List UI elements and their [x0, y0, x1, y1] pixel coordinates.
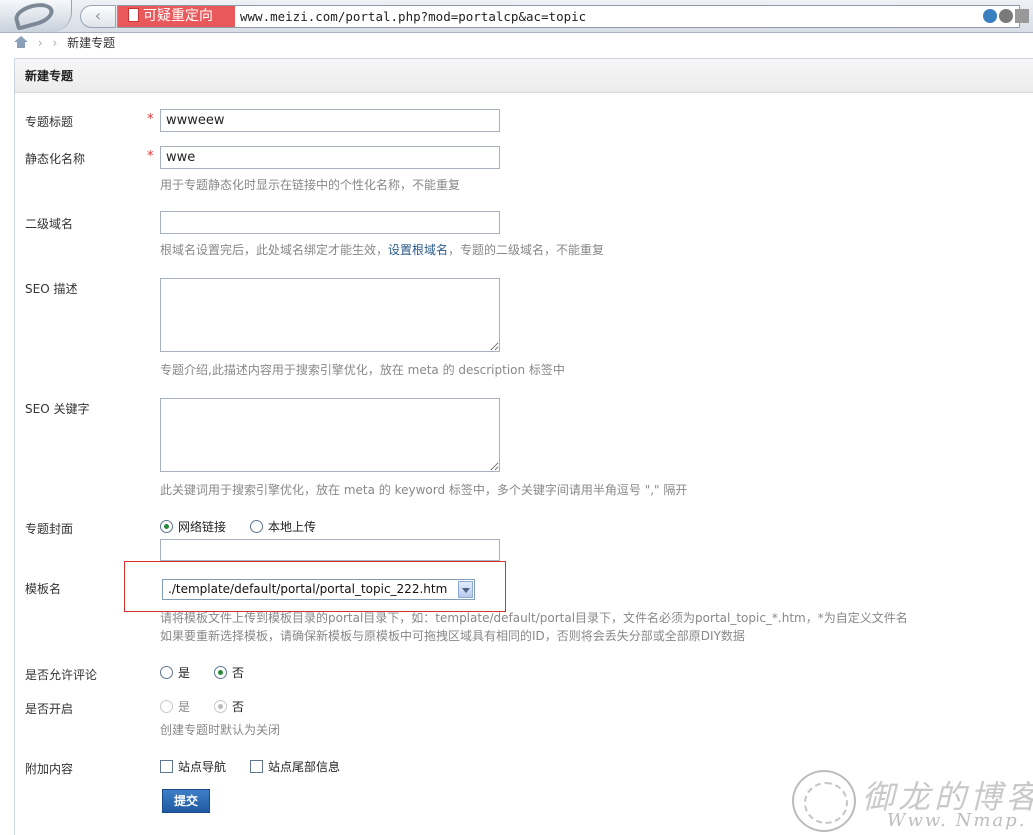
site-nav-label: 站点导航: [178, 760, 227, 774]
site-footer-label: 站点尾部信息: [268, 760, 341, 774]
allow-comment-label: 是否允许评论: [25, 668, 98, 682]
radio-enabled-yes: [160, 700, 173, 713]
seo-keywords-hint: 此关键词用于搜索引擎优化，放在 meta 的 keyword 标签中，多个关键字…: [160, 483, 688, 497]
extra-content-label: 附加内容: [25, 762, 74, 776]
breadcrumb-separator: ›: [52, 36, 58, 50]
checkbox-site-nav[interactable]: [160, 760, 173, 773]
browser-extra-icons: [983, 9, 1033, 25]
browser-logo-icon: [11, 0, 57, 31]
required-mark: *: [147, 149, 154, 164]
seo-desc-hint: 专题介绍,此描述内容用于搜索引擎优化，放在 meta 的 description…: [160, 363, 565, 377]
breadcrumb: › › 新建专题: [14, 35, 115, 53]
seal-icon: [792, 770, 856, 832]
extension-icon[interactable]: [983, 9, 997, 23]
static-name-hint: 用于专题静态化时显示在链接中的个性化名称，不能重复: [160, 178, 461, 192]
redirect-warning-label: 可疑重定向: [143, 8, 213, 24]
set-root-domain-link[interactable]: 设置根域名: [388, 243, 448, 257]
subdomain-input[interactable]: [160, 211, 500, 234]
radio-local[interactable]: [250, 520, 263, 533]
panel-title: 新建专题: [15, 59, 1033, 93]
allow-comment-yes[interactable]: 是: [160, 664, 190, 681]
subdomain-hint-text: 根域名设置完后，此处域名绑定才能生效，: [160, 243, 389, 257]
enabled-hint: 创建专题时默认为关闭: [160, 723, 281, 737]
submit-button[interactable]: 提交: [162, 789, 210, 813]
radio-comment-no[interactable]: [214, 666, 227, 679]
subdomain-label: 二级域名: [25, 217, 74, 231]
yes-label: 是: [178, 666, 191, 680]
highlight-box: [124, 561, 506, 612]
url-text[interactable]: www.meizi.com/portal.php?mod=portalcp&ac…: [240, 6, 586, 27]
cover-label: 专题封面: [25, 522, 74, 536]
seo-keywords-textarea[interactable]: [160, 398, 500, 472]
radio-network[interactable]: [160, 520, 173, 533]
enabled-no: 否: [214, 698, 244, 715]
watermark-en: Www. Nmap. cc: [887, 810, 1033, 831]
breadcrumb-current: 新建专题: [67, 36, 116, 50]
back-button[interactable]: ‹: [80, 5, 116, 28]
cover-url-input[interactable]: [160, 539, 500, 561]
cover-local-option[interactable]: 本地上传: [250, 518, 316, 535]
no-label: 否: [232, 666, 245, 680]
seo-desc-label: SEO 描述: [25, 282, 78, 296]
template-hint-2: 如果要重新选择模板，请确保新模板与原模板中可拖拽区域具有相同的ID，否则将会丢失…: [160, 629, 745, 643]
topic-title-label: 专题标题: [25, 115, 74, 129]
page-icon: [128, 8, 139, 22]
home-icon[interactable]: [14, 36, 28, 48]
radio-comment-yes[interactable]: [160, 666, 173, 679]
redirect-warning-badge[interactable]: 可疑重定向: [118, 6, 235, 27]
topic-title-input[interactable]: [160, 109, 500, 132]
enabled-yes: 是: [160, 698, 190, 715]
static-name-label: 静态化名称: [25, 152, 86, 166]
enabled-label: 是否开启: [25, 702, 74, 716]
radio-enabled-no: [214, 700, 227, 713]
template-hint-1: 请将模板文件上传到模板目录的portal目录下，如：template/defau…: [160, 611, 908, 625]
cover-local-label: 本地上传: [268, 520, 317, 534]
cover-network-option[interactable]: 网络链接: [160, 518, 226, 535]
static-name-input[interactable]: [160, 146, 500, 169]
seo-desc-textarea[interactable]: [160, 278, 500, 352]
subdomain-hint: 根域名设置完后，此处域名绑定才能生效，设置根域名，专题的二级域名，不能重复: [160, 241, 604, 258]
close-icon[interactable]: [999, 9, 1013, 23]
extra-footer-option[interactable]: 站点尾部信息: [250, 758, 340, 775]
breadcrumb-separator: ›: [37, 36, 43, 50]
cover-network-label: 网络链接: [178, 520, 227, 534]
subdomain-hint-text: ，专题的二级域名，不能重复: [448, 243, 605, 257]
browser-toolbar: ‹ 可疑重定向 www.meizi.com/portal.php?mod=por…: [0, 0, 1033, 33]
no-label: 否: [232, 700, 245, 714]
extra-nav-option[interactable]: 站点导航: [160, 758, 226, 775]
seo-keywords-label: SEO 关键字: [25, 402, 90, 416]
browser-menu-button[interactable]: [0, 0, 72, 32]
yes-label: 是: [178, 700, 191, 714]
watermark: 御龙的博客 Www. Nmap. cc: [792, 770, 1033, 835]
address-bar[interactable]: 可疑重定向 www.meizi.com/portal.php?mod=porta…: [117, 5, 1020, 28]
allow-comment-no[interactable]: 否: [214, 664, 244, 681]
star-icon[interactable]: [1015, 9, 1029, 23]
template-label: 模板名: [25, 582, 62, 596]
checkbox-site-footer[interactable]: [250, 760, 263, 773]
required-mark: *: [147, 112, 154, 127]
